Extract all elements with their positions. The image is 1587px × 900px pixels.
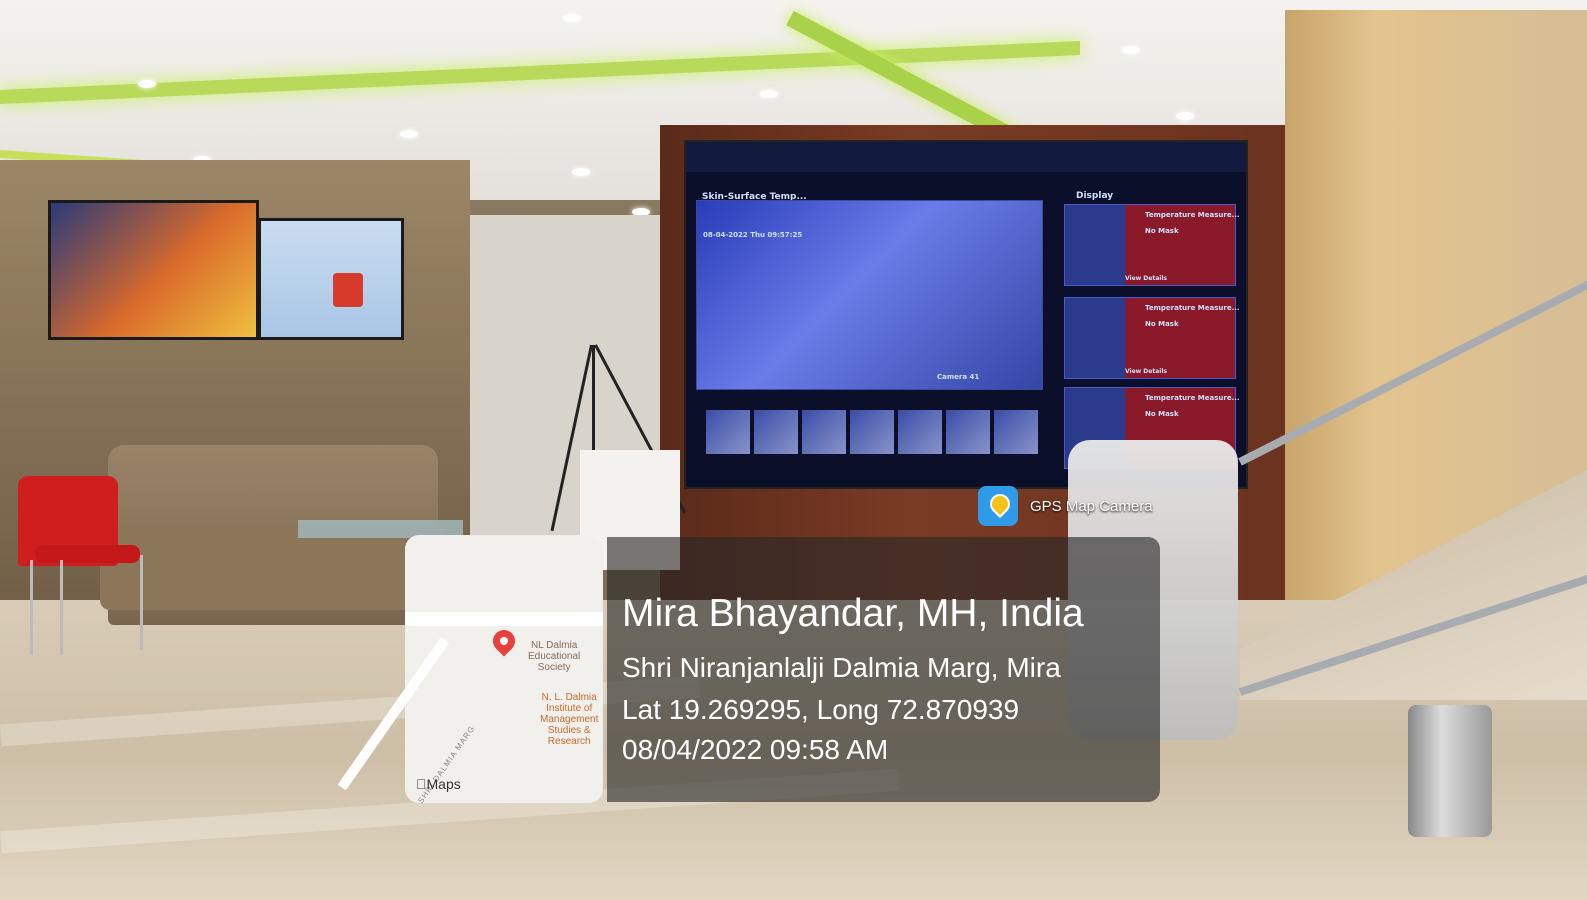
- map-road: [405, 612, 603, 626]
- coordinates-line: Lat 19.269295, Long 72.870939: [622, 694, 1020, 725]
- thumbnail: [850, 410, 894, 454]
- camera-feed: 08-04-2022 Thu 09:57:25 Camera 41: [696, 200, 1043, 390]
- thumbnail: [898, 410, 942, 454]
- camera-label: Camera 41: [937, 373, 980, 381]
- logo-icon: [333, 273, 363, 307]
- thumbnail: [994, 410, 1038, 454]
- trash-bin: [1408, 705, 1492, 837]
- chair-leg: [140, 555, 143, 650]
- card-title: Temperature Measure...: [1145, 394, 1240, 402]
- thumbnail: [706, 410, 750, 454]
- map-pin-icon: [978, 486, 1018, 526]
- card-title: Temperature Measure...: [1145, 304, 1240, 312]
- card-status: No Mask: [1145, 320, 1179, 328]
- chair-leg: [60, 560, 63, 655]
- address-line: Shri Niranjanlalji Dalmia Marg, Mira: [622, 652, 1061, 683]
- datetime-line: 08/04/2022 09:58 AM: [622, 734, 889, 765]
- gps-app-label: GPS Map Camera: [978, 486, 1153, 526]
- gps-app-name: GPS Map Camera: [1030, 497, 1153, 515]
- red-chair-seat: [35, 545, 140, 563]
- alert-card: Temperature Measure... No Mask View Deta…: [1064, 204, 1240, 286]
- thumbnail: [754, 410, 798, 454]
- downlight: [138, 80, 156, 88]
- downlight: [1122, 46, 1140, 54]
- thumbnail: [802, 410, 846, 454]
- downlight: [400, 130, 418, 138]
- location-title: Mira Bhayandar, MH, India: [622, 592, 1084, 635]
- card-title: Temperature Measure...: [1145, 211, 1240, 219]
- feed-timestamp: 08-04-2022 Thu 09:57:25: [703, 231, 803, 239]
- maps-brand: Maps: [416, 776, 461, 792]
- card-status: No Mask: [1145, 410, 1179, 418]
- view-details: View Details: [1125, 275, 1167, 282]
- downlight: [1176, 112, 1194, 120]
- display-label: Display: [1076, 191, 1114, 201]
- alert-card: Temperature Measure... No Mask View Deta…: [1064, 297, 1240, 379]
- tv-screen-left: [48, 200, 259, 340]
- map-label-institute: N. L. Dalmia Institute of Management Stu…: [540, 692, 599, 747]
- video-wall: Skin-Surface Temp... Display 08-04-2022 …: [684, 140, 1248, 489]
- downlight: [760, 90, 778, 98]
- map-label-society: NL Dalmia Educational Society: [528, 640, 581, 673]
- chair-leg: [30, 560, 33, 655]
- video-wall-toolbar: Skin-Surface Temp... Display: [686, 142, 1246, 202]
- view-details: View Details: [1125, 368, 1167, 375]
- card-status: No Mask: [1145, 227, 1179, 235]
- downlight: [572, 168, 590, 176]
- downlight: [563, 14, 581, 22]
- tv-screen-right: [258, 218, 404, 340]
- photo-scene: Skin-Surface Temp... Display 08-04-2022 …: [0, 0, 1587, 900]
- thumbnail: [946, 410, 990, 454]
